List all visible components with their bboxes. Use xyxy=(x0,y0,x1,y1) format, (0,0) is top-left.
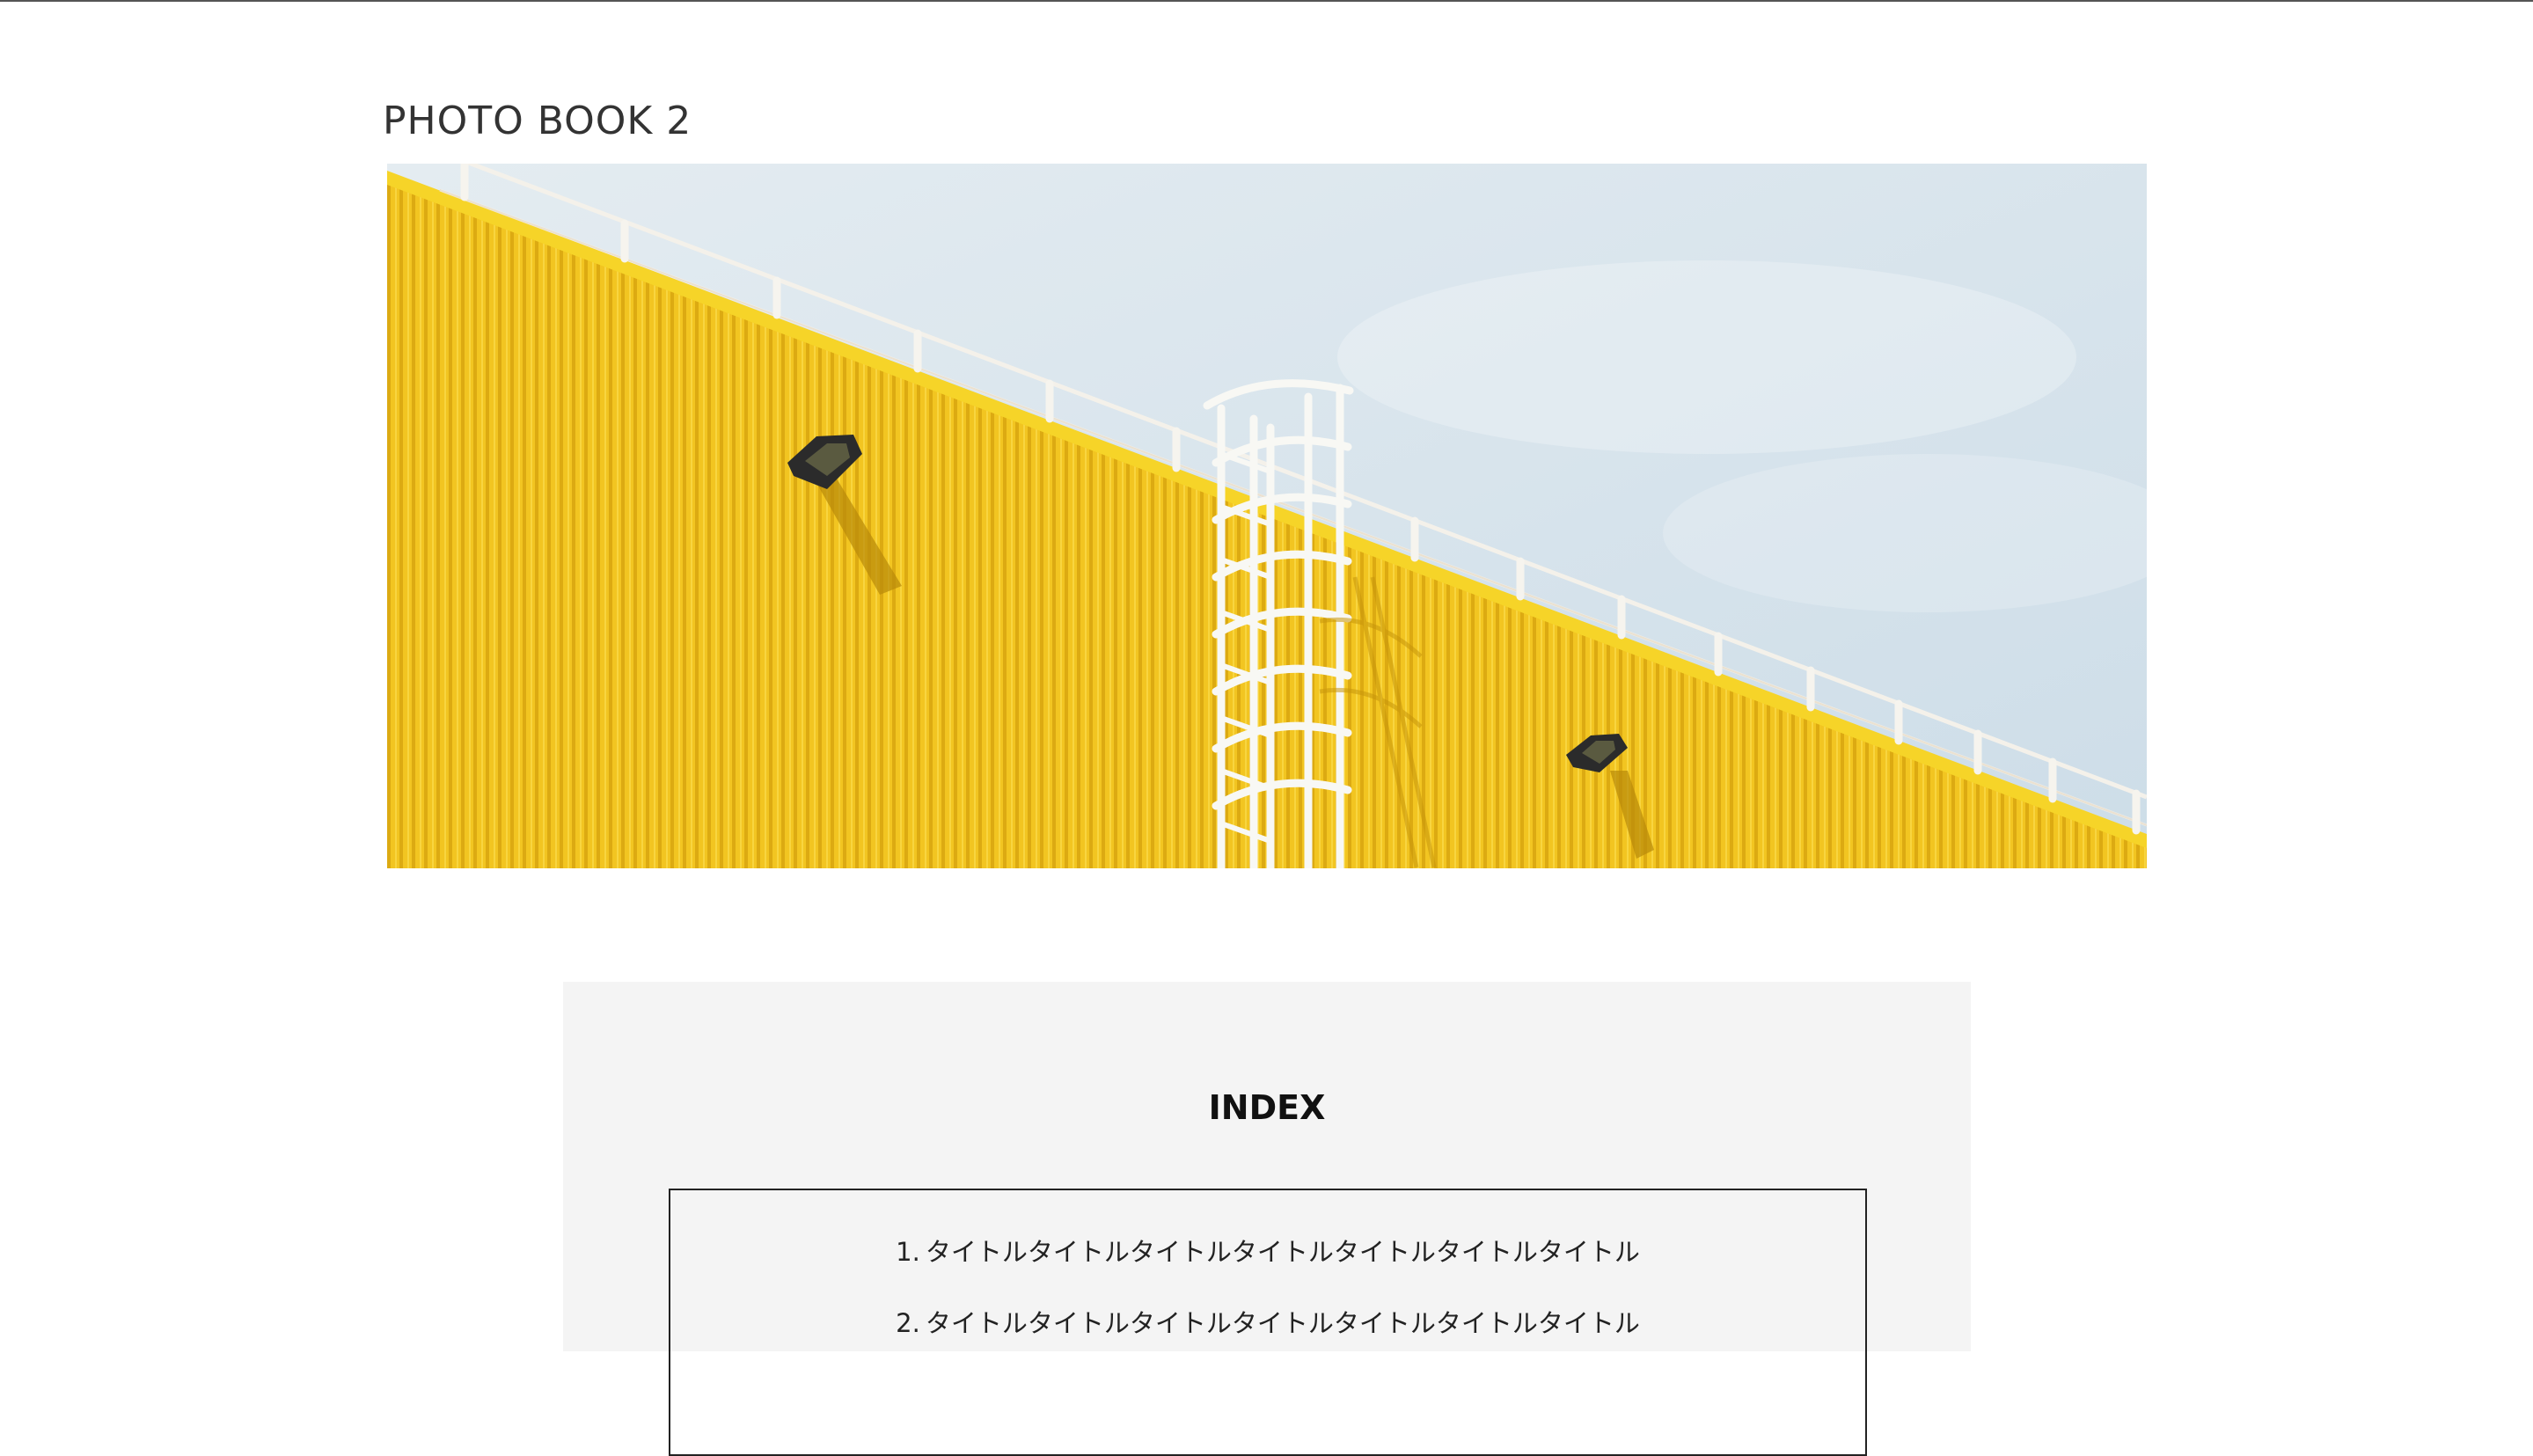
index-item-label: タイトルタイトルタイトルタイトルタイトルタイトルタイトル xyxy=(925,1237,1640,1267)
index-list: 1. タイトルタイトルタイトルタイトルタイトルタイトルタイトル 2. タイトルタイト… xyxy=(670,1234,1865,1377)
hero-photo xyxy=(387,164,2147,868)
index-item-number: 1. xyxy=(896,1237,920,1267)
index-panel: INDEX 1. タイトルタイトルタイトルタイトルタイトルタイトルタイトル 2. タ… xyxy=(563,982,1971,1456)
index-title: INDEX xyxy=(1208,1088,1326,1127)
page-title: PHOTO BOOK 2 xyxy=(383,99,692,143)
index-item-1[interactable]: 1. タイトルタイトルタイトルタイトルタイトルタイトルタイトル xyxy=(670,1234,1865,1269)
index-item-number: 2. xyxy=(896,1308,920,1338)
window-top-border xyxy=(0,0,2533,2)
index-list-box: 1. タイトルタイトルタイトルタイトルタイトルタイトルタイトル 2. タイトルタイト… xyxy=(669,1189,1867,1456)
index-item-2[interactable]: 2. タイトルタイトルタイトルタイトルタイトルタイトルタイトル xyxy=(670,1306,1865,1341)
index-item-label: タイトルタイトルタイトルタイトルタイトルタイトルタイトル xyxy=(925,1308,1640,1338)
